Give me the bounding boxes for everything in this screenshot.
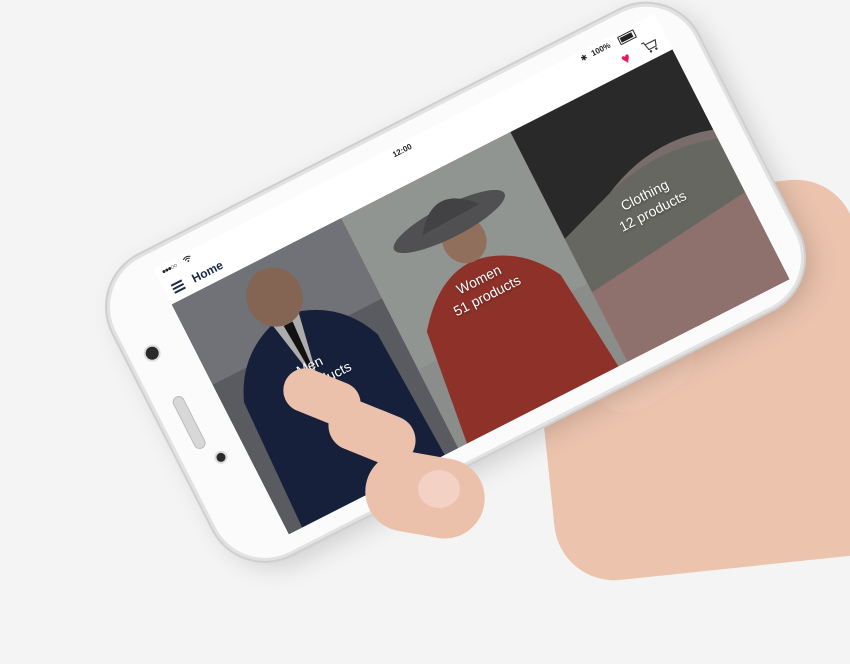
heart-icon[interactable]: ♥ bbox=[618, 49, 634, 68]
finger-nail bbox=[418, 470, 460, 508]
hamburger-menu-icon[interactable] bbox=[170, 279, 186, 294]
earpiece-speaker bbox=[170, 393, 208, 452]
product-mockup-scene: ●●●○○ 12:00 ✱ 100% Home ♥ Men Women 51 p… bbox=[0, 0, 850, 587]
wifi-icon bbox=[182, 254, 194, 266]
sensor-icon bbox=[214, 451, 228, 464]
bluetooth-icon: ✱ bbox=[579, 52, 590, 64]
signal-strength-icon: ●●●○○ bbox=[160, 262, 179, 276]
camera-icon bbox=[143, 344, 161, 362]
